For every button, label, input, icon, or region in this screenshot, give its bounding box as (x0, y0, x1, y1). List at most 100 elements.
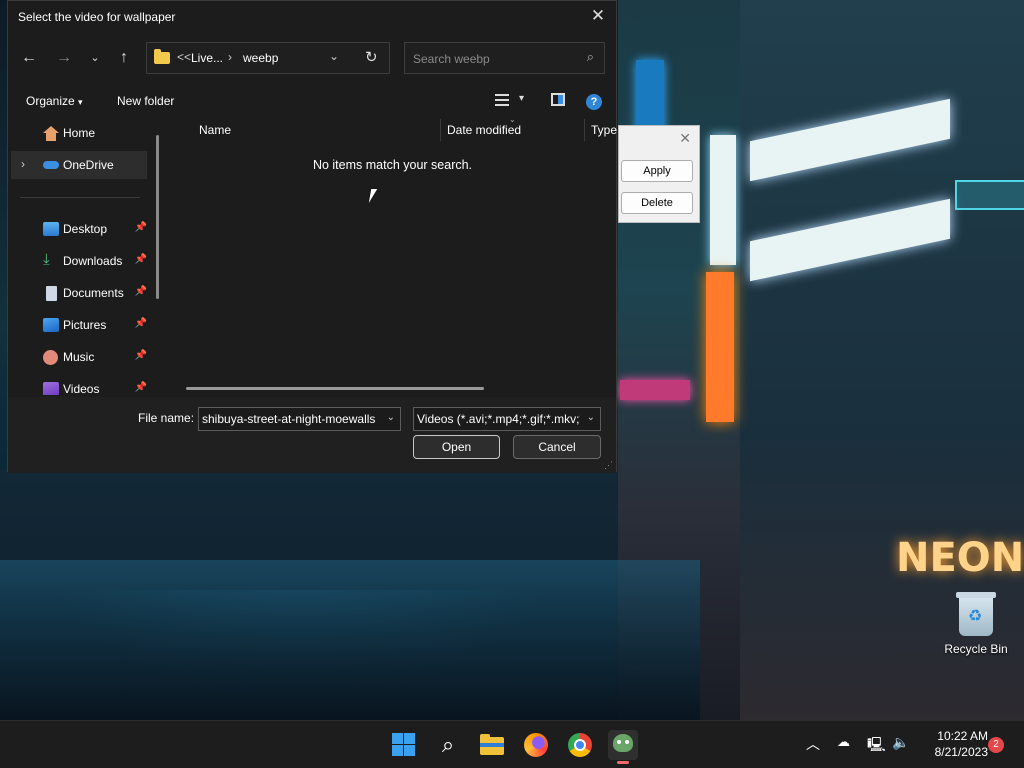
network-icon[interactable]: 🖳 (867, 734, 886, 758)
search-icon[interactable]: ⌕ (587, 49, 594, 65)
weebp-mini-dialog: ✕ Apply Delete (618, 125, 700, 223)
file-type-value: Videos (*.avi;*.mp4;*.gif;*.mkv;* (417, 412, 580, 426)
column-name[interactable]: Name (199, 123, 231, 137)
firefox-icon[interactable] (522, 731, 550, 759)
file-explorer-icon[interactable] (478, 731, 506, 759)
onedrive-status-icon[interactable]: ☁ (837, 734, 850, 750)
address-overflow[interactable]: << (177, 50, 191, 64)
notification-badge[interactable]: 2 (988, 737, 1004, 753)
pin-icon: 📌 (134, 350, 147, 361)
search-box[interactable]: ⌕ (404, 42, 605, 74)
clock[interactable]: 10:22 AM 8/21/2023 (918, 728, 988, 760)
dialog-footer: File name: shibuya-street-at-night-moewa… (8, 397, 616, 473)
folder-icon (154, 49, 170, 64)
apply-button[interactable]: Apply (621, 160, 693, 182)
recycle-bin-label: Recycle Bin (944, 642, 1008, 656)
taskbar: ⌕ ︿ ☁ 🖳 🔈 10:22 AM 8/21/2023 2 (0, 720, 1024, 768)
chevron-up-icon[interactable]: ︿ (806, 734, 820, 754)
organize-button[interactable]: Organize ▾ (26, 94, 83, 108)
search-icon[interactable]: ⌕ (434, 731, 462, 759)
forward-arrow-icon[interactable]: → (53, 47, 75, 69)
chrome-icon[interactable] (566, 731, 594, 759)
navigation-bar: ← → ⌄ ↑ << Live... › weebp ⌄ ↻ ⌕ (8, 39, 616, 79)
nav-item-label: Music (63, 350, 95, 364)
cloud-icon (43, 161, 59, 169)
address-dropdown-icon[interactable]: ⌄ (329, 49, 339, 63)
address-bar[interactable]: << Live... › weebp ⌄ ↻ (146, 42, 390, 74)
file-name-label: File name: (138, 411, 195, 425)
view-dropdown-icon[interactable]: ▾ (519, 93, 524, 104)
organize-dropdown-icon: ▾ (78, 97, 83, 107)
neon-sign-orange (706, 272, 734, 422)
nav-pane-scrollbar[interactable] (156, 135, 159, 299)
chevron-down-icon[interactable]: ⌄ (387, 412, 395, 423)
column-divider[interactable] (584, 119, 585, 141)
home-icon (43, 126, 59, 133)
file-name-combobox[interactable]: shibuya-street-at-night-moewalls ⌄ (198, 407, 401, 431)
pin-icon: 📌 (134, 318, 147, 329)
nav-item-documents[interactable]: Documents 📌 (11, 279, 147, 307)
weebp-icon[interactable] (608, 730, 638, 764)
nav-item-music[interactable]: Music 📌 (11, 343, 147, 371)
nav-item-label: Documents (63, 286, 124, 300)
search-input[interactable] (411, 49, 575, 69)
view-options-icon[interactable] (495, 94, 509, 106)
cancel-button[interactable]: Cancel (513, 435, 601, 459)
breadcrumb-weebp[interactable]: weebp (243, 51, 278, 65)
delete-button[interactable]: Delete (621, 192, 693, 214)
breadcrumb-separator-icon: › (228, 50, 232, 64)
volume-icon[interactable]: 🔈 (892, 734, 909, 751)
nav-item-label: Pictures (63, 318, 107, 332)
organize-label: Organize (26, 94, 75, 108)
file-open-dialog: Select the video for wallpaper ✕ ← → ⌄ ↑… (7, 0, 617, 473)
up-arrow-icon[interactable]: ↑ (113, 47, 135, 69)
nav-item-downloads[interactable]: ⤓ Downloads 📌 (11, 247, 147, 275)
wet-street (0, 560, 700, 720)
recycle-bin[interactable]: ♻ Recycle Bin (938, 592, 1014, 656)
clock-date: 8/21/2023 (934, 745, 988, 759)
file-type-select[interactable]: Videos (*.avi;*.mp4;*.gif;*.mkv;* ⌄ (413, 407, 601, 431)
column-divider[interactable] (440, 119, 441, 141)
command-bar: Organize ▾ New folder ▾ ? (8, 87, 616, 117)
empty-results-message: No items match your search. (312, 158, 473, 172)
nav-item-label: Desktop (63, 222, 108, 236)
back-arrow-icon[interactable]: ← (18, 47, 40, 69)
dialog-title: Select the video for wallpaper (18, 10, 176, 24)
nav-item-label: OneDrive (63, 158, 114, 172)
help-icon[interactable]: ? (586, 94, 602, 110)
recent-locations-chevron-icon[interactable]: ⌄ (84, 47, 106, 69)
breadcrumb-live[interactable]: Live... (191, 51, 223, 65)
column-date-modified[interactable]: Date modified (447, 123, 521, 137)
new-folder-button[interactable]: New folder (117, 94, 174, 108)
resize-grip-icon[interactable]: ⋰ (604, 460, 613, 471)
dialog-titlebar: Select the video for wallpaper ✕ (8, 1, 616, 33)
nav-item-onedrive[interactable]: › OneDrive (11, 151, 147, 179)
download-icon: ⤓ (43, 251, 50, 268)
music-icon (43, 350, 58, 365)
clock-time: 10:22 AM (937, 729, 988, 743)
file-name-value[interactable]: shibuya-street-at-night-moewalls (202, 412, 382, 426)
pin-icon: 📌 (134, 222, 147, 233)
pictures-icon (43, 318, 59, 332)
expand-chevron-icon[interactable]: › (21, 157, 25, 171)
navigation-pane: Home › OneDrive Desktop 📌 ⤓ Downloads 📌 … (8, 117, 158, 395)
nav-item-desktop[interactable]: Desktop 📌 (11, 215, 147, 243)
pin-icon: 📌 (134, 286, 147, 297)
open-button[interactable]: Open (413, 435, 500, 459)
neon-sign-cyan (955, 180, 1024, 210)
nav-item-videos[interactable]: Videos 📌 (11, 375, 147, 395)
file-list-scrollbar[interactable] (186, 387, 484, 390)
videos-icon (43, 382, 59, 395)
nav-item-pictures[interactable]: Pictures 📌 (11, 311, 147, 339)
refresh-icon[interactable]: ↻ (365, 48, 378, 66)
close-icon[interactable]: ✕ (588, 6, 608, 26)
start-icon[interactable] (390, 731, 418, 759)
recycle-bin-icon: ♻ (956, 592, 996, 636)
documents-icon (46, 286, 57, 301)
mini-close-icon[interactable]: ✕ (679, 130, 691, 147)
chevron-down-icon[interactable]: ⌄ (587, 412, 595, 423)
nav-item-home[interactable]: Home (11, 119, 147, 147)
column-type[interactable]: Type (591, 123, 617, 137)
neon-sign-vertical (710, 135, 736, 265)
preview-pane-icon[interactable] (551, 93, 565, 106)
